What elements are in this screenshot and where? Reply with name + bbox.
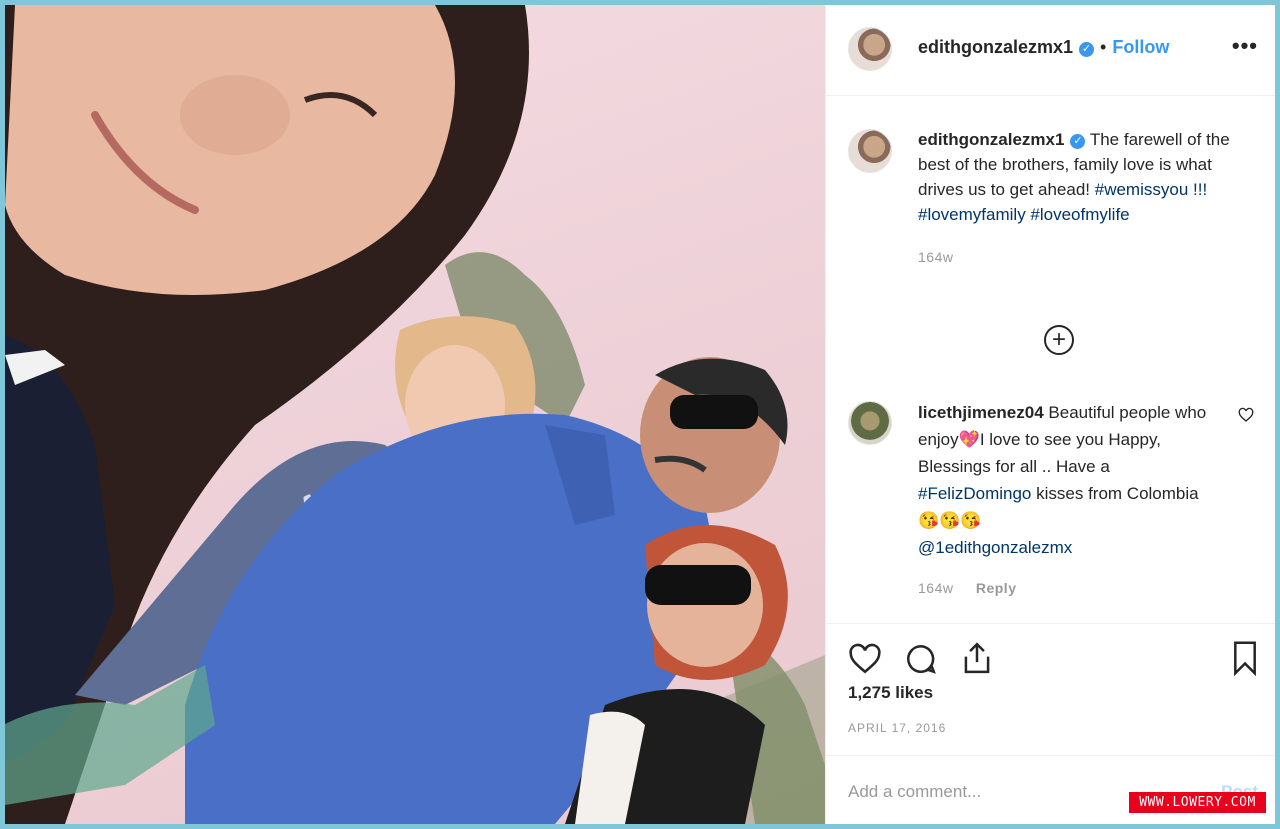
verified-badge-icon: ✓ xyxy=(1079,42,1095,57)
comment-hashtag[interactable]: #FelizDomingo xyxy=(918,484,1031,503)
caption-time[interactable]: 164w xyxy=(918,245,1258,270)
comment-meta: 164w Reply xyxy=(918,575,1218,602)
comment-username[interactable]: licethjimenez04 xyxy=(918,403,1044,422)
likes-count[interactable]: 1,275 likes xyxy=(848,683,933,703)
follow-button[interactable]: Follow xyxy=(1112,37,1169,57)
add-comment-input[interactable]: Add a comment... xyxy=(848,782,981,802)
post-frame: AER edithgonzalezmx1 ✓ •Follow ••• xyxy=(5,5,1275,824)
header-username[interactable]: edithgonzalezmx1 xyxy=(918,37,1073,57)
family-selfie-image: AER xyxy=(5,5,825,824)
author-avatar[interactable] xyxy=(848,27,892,71)
share-icon[interactable] xyxy=(960,640,994,676)
post-photo[interactable]: AER xyxy=(5,5,825,824)
reply-button[interactable]: Reply xyxy=(976,580,1017,596)
comment-time[interactable]: 164w xyxy=(918,580,953,596)
post-date: APRIL 17, 2016 xyxy=(848,721,947,735)
comment-mention[interactable]: @1edithgonzalezmx xyxy=(918,534,1218,561)
add-comment-bar: Add a comment... Post xyxy=(826,755,1275,824)
comment-bubble-icon[interactable] xyxy=(904,642,938,676)
separator-dot: • xyxy=(1100,37,1107,57)
verified-badge-icon: ✓ xyxy=(1070,134,1086,149)
commenter-avatar[interactable] xyxy=(848,401,892,445)
more-options-icon[interactable]: ••• xyxy=(1232,33,1258,59)
heart-emoji-icon: 💖 xyxy=(958,430,980,449)
like-heart-icon[interactable] xyxy=(848,642,882,676)
post-header: edithgonzalezmx1 ✓ • Follow ••• xyxy=(826,5,1275,96)
like-comment-heart-icon[interactable] xyxy=(1238,407,1254,423)
watermark-label: WWW.LOWERY.COM xyxy=(1129,792,1266,813)
comment-text-3: kisses from Colombia xyxy=(1036,484,1199,503)
comment-item: licethjimenez04 Beautiful people who enj… xyxy=(918,399,1218,602)
post-side-panel: edithgonzalezmx1 ✓ • Follow ••• edithgonzal… xyxy=(825,5,1275,824)
plus-circle-icon[interactable]: + xyxy=(1044,325,1074,355)
post-caption: edithgonzalezmx1 ✓ The farewell of the be… xyxy=(918,127,1258,270)
bookmark-icon[interactable] xyxy=(1230,640,1260,676)
caption-avatar[interactable] xyxy=(848,129,892,173)
caption-username[interactable]: edithgonzalezmx1 xyxy=(918,130,1064,149)
kiss-emoji-icon: 😘😘😘 xyxy=(918,511,982,530)
header-author-line: edithgonzalezmx1 ✓ • Follow xyxy=(918,37,1169,58)
